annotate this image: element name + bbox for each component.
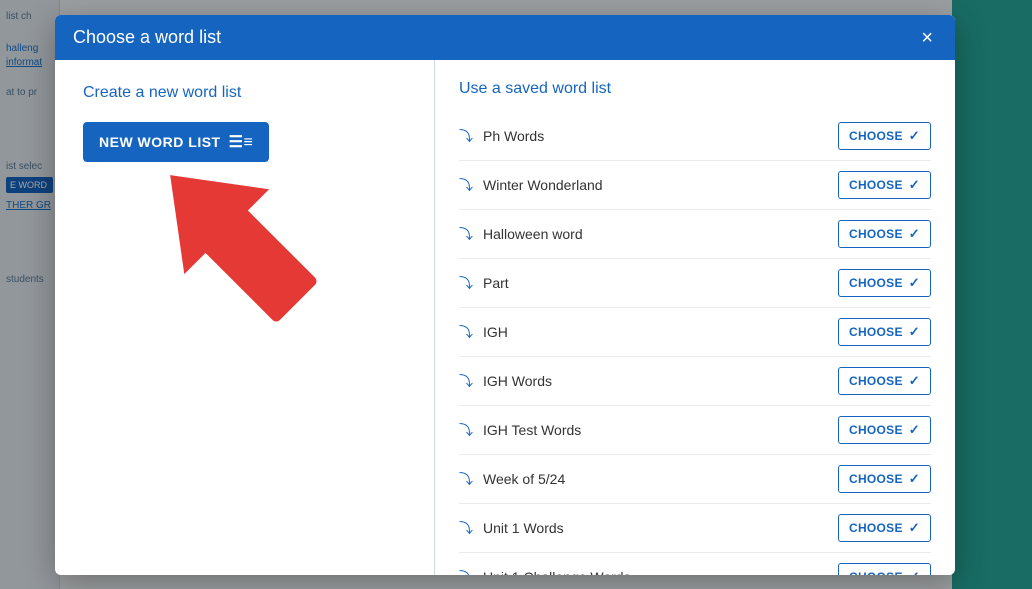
choose-label: CHOOSE xyxy=(849,374,903,388)
choose-button[interactable]: CHOOSE ✓ xyxy=(838,269,931,297)
choose-label: CHOOSE xyxy=(849,325,903,339)
choose-button[interactable]: CHOOSE ✓ xyxy=(838,367,931,395)
new-word-list-label: NEW WORD LIST xyxy=(99,134,221,150)
list-item: ⤵ Winter Wonderland CHOOSE ✓ xyxy=(459,161,931,210)
choose-button[interactable]: CHOOSE ✓ xyxy=(838,563,931,575)
check-icon: ✓ xyxy=(909,177,920,193)
chevron-down-icon[interactable]: ⤵ xyxy=(459,175,473,195)
right-panel: Use a saved word list ⤵ Ph Words CHOOSE … xyxy=(435,60,955,575)
word-list-name: Ph Words xyxy=(483,128,544,144)
red-arrow-icon xyxy=(115,120,395,400)
choose-button[interactable]: CHOOSE ✓ xyxy=(838,122,931,150)
choose-label: CHOOSE xyxy=(849,227,903,241)
word-list-left-6: ⤵ IGH Test Words xyxy=(459,420,581,440)
arrow-annotation xyxy=(115,120,395,400)
word-list-name: Unit 1 Words xyxy=(483,520,564,536)
new-word-list-button[interactable]: NEW WORD LIST ☰≡ xyxy=(83,122,269,162)
list-item: ⤵ Unit 1 Challenge Words CHOOSE ✓ xyxy=(459,553,931,575)
chevron-down-icon[interactable]: ⤵ xyxy=(459,224,473,244)
check-icon: ✓ xyxy=(909,275,920,291)
check-icon: ✓ xyxy=(909,226,920,242)
check-icon: ✓ xyxy=(909,471,920,487)
choose-label: CHOOSE xyxy=(849,129,903,143)
chevron-down-icon[interactable]: ⤵ xyxy=(459,567,473,575)
word-list-name: Unit 1 Challenge Words xyxy=(483,569,631,575)
modal-title: Choose a word list xyxy=(73,27,221,48)
create-word-list-title: Create a new word list xyxy=(83,84,406,102)
word-list-name: Halloween word xyxy=(483,226,583,242)
list-item: ⤵ Week of 5/24 CHOOSE ✓ xyxy=(459,455,931,504)
list-item: ⤵ Part CHOOSE ✓ xyxy=(459,259,931,308)
choose-label: CHOOSE xyxy=(849,570,903,575)
choose-label: CHOOSE xyxy=(849,472,903,486)
chevron-down-icon[interactable]: ⤵ xyxy=(459,371,473,391)
list-item: ⤵ IGH Words CHOOSE ✓ xyxy=(459,357,931,406)
check-icon: ✓ xyxy=(909,569,920,575)
saved-word-list-title: Use a saved word list xyxy=(459,80,931,98)
word-list-name: Week of 5/24 xyxy=(483,471,565,487)
check-icon: ✓ xyxy=(909,373,920,389)
chevron-down-icon[interactable]: ⤵ xyxy=(459,420,473,440)
word-list-left-8: ⤵ Unit 1 Words xyxy=(459,518,564,538)
check-icon: ✓ xyxy=(909,128,920,144)
check-icon: ✓ xyxy=(909,324,920,340)
list-item: ⤵ IGH CHOOSE ✓ xyxy=(459,308,931,357)
list-icon: ☰≡ xyxy=(229,132,254,152)
chevron-down-icon[interactable]: ⤵ xyxy=(459,273,473,293)
chevron-down-icon[interactable]: ⤵ xyxy=(459,322,473,342)
list-item: ⤵ Halloween word CHOOSE ✓ xyxy=(459,210,931,259)
modal-close-button[interactable]: × xyxy=(917,28,937,48)
word-list-name: Part xyxy=(483,275,509,291)
choose-button[interactable]: CHOOSE ✓ xyxy=(838,514,931,542)
modal-header: Choose a word list × xyxy=(55,15,955,60)
word-list-name: IGH Words xyxy=(483,373,552,389)
check-icon: ✓ xyxy=(909,422,920,438)
word-list-left-4: ⤵ IGH xyxy=(459,322,508,342)
modal-body: Create a new word list NEW WORD LIST ☰≡ xyxy=(55,60,955,575)
list-item: ⤵ IGH Test Words CHOOSE ✓ xyxy=(459,406,931,455)
word-list-name: IGH xyxy=(483,324,508,340)
word-list-container[interactable]: ⤵ Ph Words CHOOSE ✓ ⤵ Winter Wonderland … xyxy=(435,108,955,575)
left-panel: Create a new word list NEW WORD LIST ☰≡ xyxy=(55,60,435,575)
choose-button[interactable]: CHOOSE ✓ xyxy=(838,171,931,199)
word-list-left-1: ⤵ Winter Wonderland xyxy=(459,175,603,195)
choose-button[interactable]: CHOOSE ✓ xyxy=(838,220,931,248)
word-list-left-3: ⤵ Part xyxy=(459,273,509,293)
word-list-left-0: ⤵ Ph Words xyxy=(459,126,544,146)
word-list-left-5: ⤵ IGH Words xyxy=(459,371,552,391)
choose-label: CHOOSE xyxy=(849,521,903,535)
choose-button[interactable]: CHOOSE ✓ xyxy=(838,416,931,444)
word-list-left-9: ⤵ Unit 1 Challenge Words xyxy=(459,567,631,575)
word-list-name: Winter Wonderland xyxy=(483,177,603,193)
chevron-down-icon[interactable]: ⤵ xyxy=(459,126,473,146)
right-panel-header: Use a saved word list xyxy=(435,60,955,108)
list-item: ⤵ Unit 1 Words CHOOSE ✓ xyxy=(459,504,931,553)
choose-label: CHOOSE xyxy=(849,423,903,437)
check-icon: ✓ xyxy=(909,520,920,536)
chevron-down-icon[interactable]: ⤵ xyxy=(459,469,473,489)
chevron-down-icon[interactable]: ⤵ xyxy=(459,518,473,538)
choose-label: CHOOSE xyxy=(849,178,903,192)
choose-button[interactable]: CHOOSE ✓ xyxy=(838,465,931,493)
word-list-left-2: ⤵ Halloween word xyxy=(459,224,583,244)
modal-dialog: Choose a word list × Create a new word l… xyxy=(55,15,955,575)
word-list-name: IGH Test Words xyxy=(483,422,581,438)
word-list-left-7: ⤵ Week of 5/24 xyxy=(459,469,565,489)
choose-label: CHOOSE xyxy=(849,276,903,290)
choose-button[interactable]: CHOOSE ✓ xyxy=(838,318,931,346)
list-item: ⤵ Ph Words CHOOSE ✓ xyxy=(459,112,931,161)
